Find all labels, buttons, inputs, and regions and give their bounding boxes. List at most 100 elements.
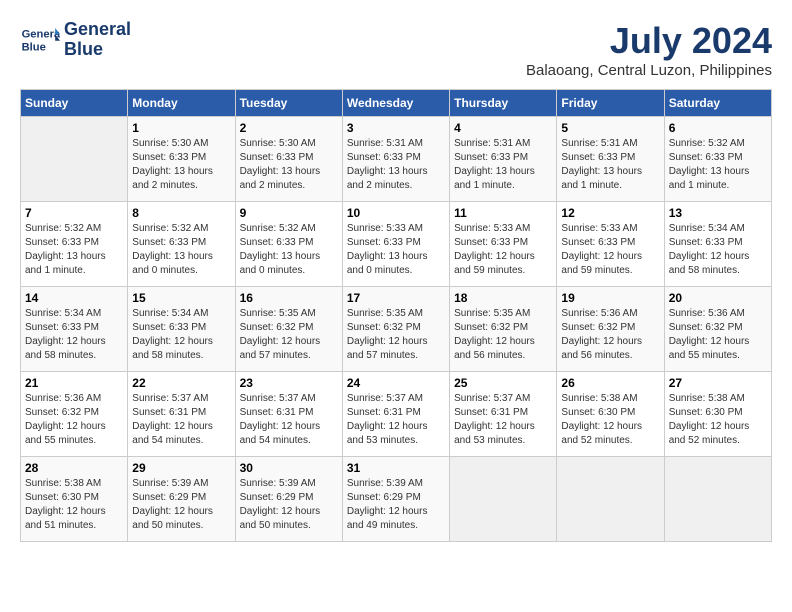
daylight: Daylight: 12 hours and 54 minutes.	[240, 420, 338, 448]
daylight: Daylight: 13 hours and 2 minutes.	[240, 165, 338, 193]
title-block: July 2024 Balaoang, Central Luzon, Phili…	[526, 20, 772, 79]
day-number: 13	[669, 206, 767, 220]
calendar-cell	[664, 457, 771, 542]
logo-text-line1: General	[64, 20, 131, 40]
day-info: Sunrise: 5:31 AM Sunset: 6:33 PM Dayligh…	[454, 137, 552, 193]
day-number: 18	[454, 291, 552, 305]
day-number: 22	[132, 376, 230, 390]
daylight: Daylight: 12 hours and 55 minutes.	[669, 335, 767, 363]
svg-text:General: General	[22, 29, 60, 41]
sunrise: Sunrise: 5:39 AM	[240, 477, 338, 491]
day-number: 10	[347, 206, 445, 220]
calendar-week-row: 14 Sunrise: 5:34 AM Sunset: 6:33 PM Dayl…	[21, 287, 772, 372]
sunrise: Sunrise: 5:32 AM	[669, 137, 767, 151]
day-info: Sunrise: 5:32 AM Sunset: 6:33 PM Dayligh…	[25, 222, 123, 278]
sunset: Sunset: 6:32 PM	[25, 406, 123, 420]
sunset: Sunset: 6:32 PM	[669, 321, 767, 335]
sunrise: Sunrise: 5:39 AM	[347, 477, 445, 491]
daylight: Daylight: 12 hours and 50 minutes.	[240, 505, 338, 533]
day-info: Sunrise: 5:34 AM Sunset: 6:33 PM Dayligh…	[25, 307, 123, 363]
calendar-cell: 30 Sunrise: 5:39 AM Sunset: 6:29 PM Dayl…	[235, 457, 342, 542]
day-number: 21	[25, 376, 123, 390]
daylight: Daylight: 12 hours and 54 minutes.	[132, 420, 230, 448]
calendar-week-row: 1 Sunrise: 5:30 AM Sunset: 6:33 PM Dayli…	[21, 117, 772, 202]
sunrise: Sunrise: 5:35 AM	[240, 307, 338, 321]
sunset: Sunset: 6:33 PM	[454, 236, 552, 250]
calendar-cell: 13 Sunrise: 5:34 AM Sunset: 6:33 PM Dayl…	[664, 202, 771, 287]
daylight: Daylight: 13 hours and 1 minute.	[454, 165, 552, 193]
calendar-week-row: 21 Sunrise: 5:36 AM Sunset: 6:32 PM Dayl…	[21, 372, 772, 457]
calendar-cell: 3 Sunrise: 5:31 AM Sunset: 6:33 PM Dayli…	[342, 117, 449, 202]
day-info: Sunrise: 5:33 AM Sunset: 6:33 PM Dayligh…	[454, 222, 552, 278]
sunrise: Sunrise: 5:36 AM	[561, 307, 659, 321]
daylight: Daylight: 13 hours and 2 minutes.	[347, 165, 445, 193]
sunset: Sunset: 6:33 PM	[240, 236, 338, 250]
weekday-header-row: SundayMondayTuesdayWednesdayThursdayFrid…	[21, 90, 772, 117]
sunset: Sunset: 6:31 PM	[347, 406, 445, 420]
sunset: Sunset: 6:31 PM	[454, 406, 552, 420]
sunrise: Sunrise: 5:32 AM	[240, 222, 338, 236]
day-info: Sunrise: 5:38 AM Sunset: 6:30 PM Dayligh…	[25, 477, 123, 533]
sunrise: Sunrise: 5:31 AM	[454, 137, 552, 151]
calendar-cell: 17 Sunrise: 5:35 AM Sunset: 6:32 PM Dayl…	[342, 287, 449, 372]
day-number: 23	[240, 376, 338, 390]
day-info: Sunrise: 5:32 AM Sunset: 6:33 PM Dayligh…	[240, 222, 338, 278]
calendar-cell: 19 Sunrise: 5:36 AM Sunset: 6:32 PM Dayl…	[557, 287, 664, 372]
day-info: Sunrise: 5:35 AM Sunset: 6:32 PM Dayligh…	[347, 307, 445, 363]
day-number: 2	[240, 121, 338, 135]
calendar-cell: 27 Sunrise: 5:38 AM Sunset: 6:30 PM Dayl…	[664, 372, 771, 457]
day-number: 7	[25, 206, 123, 220]
day-number: 9	[240, 206, 338, 220]
day-info: Sunrise: 5:37 AM Sunset: 6:31 PM Dayligh…	[240, 392, 338, 448]
daylight: Daylight: 12 hours and 58 minutes.	[132, 335, 230, 363]
day-info: Sunrise: 5:31 AM Sunset: 6:33 PM Dayligh…	[347, 137, 445, 193]
sunrise: Sunrise: 5:37 AM	[347, 392, 445, 406]
calendar-cell: 14 Sunrise: 5:34 AM Sunset: 6:33 PM Dayl…	[21, 287, 128, 372]
day-info: Sunrise: 5:32 AM Sunset: 6:33 PM Dayligh…	[669, 137, 767, 193]
daylight: Daylight: 12 hours and 59 minutes.	[561, 250, 659, 278]
sunset: Sunset: 6:33 PM	[132, 321, 230, 335]
day-number: 19	[561, 291, 659, 305]
sunset: Sunset: 6:33 PM	[347, 151, 445, 165]
sunset: Sunset: 6:33 PM	[132, 236, 230, 250]
page-header: General Blue General Blue July 2024 Bala…	[20, 20, 772, 79]
daylight: Daylight: 13 hours and 0 minutes.	[347, 250, 445, 278]
calendar-cell: 28 Sunrise: 5:38 AM Sunset: 6:30 PM Dayl…	[21, 457, 128, 542]
sunrise: Sunrise: 5:32 AM	[132, 222, 230, 236]
daylight: Daylight: 13 hours and 1 minute.	[669, 165, 767, 193]
day-number: 4	[454, 121, 552, 135]
sunrise: Sunrise: 5:37 AM	[454, 392, 552, 406]
calendar-cell: 15 Sunrise: 5:34 AM Sunset: 6:33 PM Dayl…	[128, 287, 235, 372]
day-number: 26	[561, 376, 659, 390]
sunrise: Sunrise: 5:35 AM	[347, 307, 445, 321]
day-number: 27	[669, 376, 767, 390]
day-info: Sunrise: 5:32 AM Sunset: 6:33 PM Dayligh…	[132, 222, 230, 278]
sunset: Sunset: 6:33 PM	[561, 236, 659, 250]
daylight: Daylight: 12 hours and 59 minutes.	[454, 250, 552, 278]
daylight: Daylight: 12 hours and 53 minutes.	[454, 420, 552, 448]
sunset: Sunset: 6:33 PM	[25, 236, 123, 250]
calendar-cell	[450, 457, 557, 542]
daylight: Daylight: 12 hours and 50 minutes.	[132, 505, 230, 533]
sunset: Sunset: 6:30 PM	[561, 406, 659, 420]
sunrise: Sunrise: 5:34 AM	[25, 307, 123, 321]
sunset: Sunset: 6:33 PM	[132, 151, 230, 165]
day-info: Sunrise: 5:39 AM Sunset: 6:29 PM Dayligh…	[240, 477, 338, 533]
sunrise: Sunrise: 5:34 AM	[132, 307, 230, 321]
sunrise: Sunrise: 5:38 AM	[25, 477, 123, 491]
day-number: 6	[669, 121, 767, 135]
daylight: Daylight: 13 hours and 0 minutes.	[132, 250, 230, 278]
calendar-cell: 25 Sunrise: 5:37 AM Sunset: 6:31 PM Dayl…	[450, 372, 557, 457]
daylight: Daylight: 13 hours and 2 minutes.	[132, 165, 230, 193]
month-title: July 2024	[526, 20, 772, 62]
weekday-header-saturday: Saturday	[664, 90, 771, 117]
sunset: Sunset: 6:31 PM	[132, 406, 230, 420]
calendar-cell: 2 Sunrise: 5:30 AM Sunset: 6:33 PM Dayli…	[235, 117, 342, 202]
weekday-header-friday: Friday	[557, 90, 664, 117]
day-info: Sunrise: 5:34 AM Sunset: 6:33 PM Dayligh…	[669, 222, 767, 278]
weekday-header-sunday: Sunday	[21, 90, 128, 117]
daylight: Daylight: 12 hours and 57 minutes.	[347, 335, 445, 363]
sunrise: Sunrise: 5:36 AM	[669, 307, 767, 321]
day-number: 3	[347, 121, 445, 135]
calendar-cell: 23 Sunrise: 5:37 AM Sunset: 6:31 PM Dayl…	[235, 372, 342, 457]
